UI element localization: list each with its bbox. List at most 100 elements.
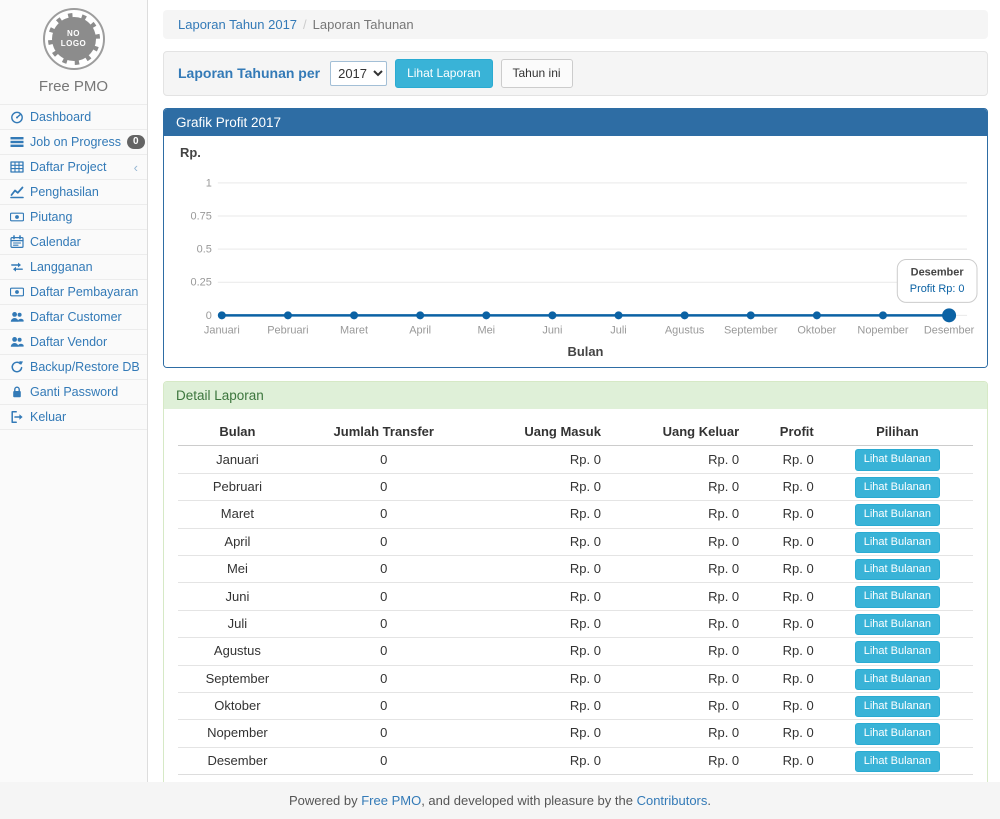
view-monthly-button[interactable]: Lihat Bulanan <box>855 696 940 717</box>
retweet-icon <box>9 260 24 274</box>
logo-text-line2: LOGO <box>61 39 87 49</box>
view-monthly-button[interactable]: Lihat Bulanan <box>855 641 940 662</box>
no-logo-seal: NO LOGO <box>48 13 100 65</box>
table-row: Mei0Rp. 0Rp. 0Rp. 0Lihat Bulanan <box>178 556 973 583</box>
detail-panel-title: Detail Laporan <box>164 382 987 409</box>
view-monthly-button[interactable]: Lihat Bulanan <box>855 751 940 772</box>
cell-bulan: Pebruari <box>178 473 297 500</box>
cell-pilihan: Lihat Bulanan <box>822 473 973 500</box>
view-monthly-button[interactable]: Lihat Bulanan <box>855 669 940 690</box>
lock-icon <box>9 385 24 399</box>
cell-bulan: Desember <box>178 747 297 774</box>
sidebar-item-daftar-pembayaran[interactable]: Daftar Pembayaran <box>0 280 147 305</box>
cell-profit: Rp. 0 <box>747 665 822 692</box>
cell-jumlah-transfer: 0 <box>297 665 471 692</box>
cell-bulan: April <box>178 528 297 555</box>
sidebar-item-calendar[interactable]: Calendar <box>0 230 147 255</box>
sidebar-item-label: Piutang <box>30 210 138 224</box>
money-icon <box>9 210 24 224</box>
cell-profit: Rp. 0 <box>747 556 822 583</box>
table-row: Pebruari0Rp. 0Rp. 0Rp. 0Lihat Bulanan <box>178 473 973 500</box>
sidebar-item-penghasilan[interactable]: Penghasilan <box>0 180 147 205</box>
data-point <box>813 311 821 319</box>
view-monthly-button[interactable]: Lihat Bulanan <box>855 477 940 498</box>
tooltip-value: Profit Rp: 0 <box>910 283 965 295</box>
column-header-uang-keluar: Uang Keluar <box>609 418 747 446</box>
cell-pilihan: Lihat Bulanan <box>822 747 973 774</box>
cell-uang-keluar: Rp. 0 <box>609 528 747 555</box>
column-header-pilihan: Pilihan <box>822 418 973 446</box>
report-table-body: Januari0Rp. 0Rp. 0Rp. 0Lihat BulananPebr… <box>178 446 973 775</box>
total-row: Total 0 Rp. 0 Rp. 0 Rp. 0 <box>178 775 973 782</box>
sidebar-item-daftar-vendor[interactable]: Daftar Vendor <box>0 330 147 355</box>
x-tick-label: Maret <box>340 324 368 336</box>
sidebar-item-ganti-password[interactable]: Ganti Password <box>0 380 147 405</box>
sidebar-item-job-on-progress[interactable]: Job on Progress0 <box>0 130 147 155</box>
column-header-uang-masuk: Uang Masuk <box>471 418 609 446</box>
cell-uang-keluar: Rp. 0 <box>609 747 747 774</box>
cell-jumlah-transfer: 0 <box>297 501 471 528</box>
cell-uang-keluar: Rp. 0 <box>609 583 747 610</box>
cell-jumlah-transfer: 0 <box>297 610 471 637</box>
cell-profit: Rp. 0 <box>747 446 822 473</box>
free-pmo-link[interactable]: Free PMO <box>361 793 421 808</box>
this-year-button[interactable]: Tahun ini <box>501 59 573 88</box>
x-tick-label: Agustus <box>665 324 705 336</box>
table-row: Desember0Rp. 0Rp. 0Rp. 0Lihat Bulanan <box>178 747 973 774</box>
table-row: Maret0Rp. 0Rp. 0Rp. 0Lihat Bulanan <box>178 501 973 528</box>
sidebar-item-daftar-customer[interactable]: Daftar Customer <box>0 305 147 330</box>
data-point <box>615 311 623 319</box>
sidebar-item-dashboard[interactable]: Dashboard <box>0 105 147 130</box>
footer-text: Powered by Free PMO, and developed with … <box>289 793 711 808</box>
y-axis-unit: Rp. <box>180 145 201 160</box>
table-row: September0Rp. 0Rp. 0Rp. 0Lihat Bulanan <box>178 665 973 692</box>
cell-jumlah-transfer: 0 <box>297 556 471 583</box>
sidebar-item-label: Keluar <box>30 410 138 424</box>
view-monthly-button[interactable]: Lihat Bulanan <box>855 723 940 744</box>
year-select[interactable]: 2017 <box>330 61 387 86</box>
sidebar-item-daftar-project[interactable]: Daftar Project ‹ <box>0 155 147 180</box>
view-monthly-button[interactable]: Lihat Bulanan <box>855 449 940 470</box>
view-monthly-button[interactable]: Lihat Bulanan <box>855 614 940 635</box>
cell-uang-masuk: Rp. 0 <box>471 610 609 637</box>
users-icon <box>9 335 24 349</box>
cell-jumlah-transfer: 0 <box>297 528 471 555</box>
app-logo: NO LOGO <box>43 8 105 70</box>
table-row: Januari0Rp. 0Rp. 0Rp. 0Lihat Bulanan <box>178 446 973 473</box>
sidebar-item-langganan[interactable]: Langganan <box>0 255 147 280</box>
cell-jumlah-transfer: 0 <box>297 720 471 747</box>
cell-profit: Rp. 0 <box>747 501 822 528</box>
view-monthly-button[interactable]: Lihat Bulanan <box>855 586 940 607</box>
cell-jumlah-transfer: 0 <box>297 638 471 665</box>
y-tick-label: 0.5 <box>197 243 212 255</box>
report-table-foot: Total 0 Rp. 0 Rp. 0 Rp. 0 <box>178 775 973 782</box>
column-header-profit: Profit <box>747 418 822 446</box>
view-monthly-button[interactable]: Lihat Bulanan <box>855 559 940 580</box>
cell-pilihan: Lihat Bulanan <box>822 692 973 719</box>
filter-label: Laporan Tahunan per <box>178 65 320 81</box>
data-point <box>681 311 689 319</box>
sidebar-item-backup-restore-db[interactable]: Backup/Restore DB <box>0 355 147 380</box>
view-report-button[interactable]: Lihat Laporan <box>395 59 492 88</box>
cell-uang-keluar: Rp. 0 <box>609 446 747 473</box>
cell-uang-masuk: Rp. 0 <box>471 556 609 583</box>
sidebar: NO LOGO Free PMO DashboardJob on Progres… <box>0 0 148 782</box>
view-monthly-button[interactable]: Lihat Bulanan <box>855 532 940 553</box>
page-footer: Powered by Free PMO, and developed with … <box>0 782 1000 819</box>
sidebar-menu: DashboardJob on Progress0 Daftar Project ‹… <box>0 104 147 430</box>
sidebar-item-label: Daftar Project <box>30 160 128 174</box>
breadcrumb-current: Laporan Tahunan <box>313 17 414 32</box>
cell-bulan: Nopember <box>178 720 297 747</box>
contributors-link[interactable]: Contributors <box>637 793 708 808</box>
cell-uang-keluar: Rp. 0 <box>609 610 747 637</box>
sidebar-item-keluar[interactable]: Keluar <box>0 405 147 430</box>
x-tick-label: Desember <box>924 324 975 336</box>
view-monthly-button[interactable]: Lihat Bulanan <box>855 504 940 525</box>
breadcrumb-link[interactable]: Laporan Tahun 2017 <box>178 17 297 32</box>
chevron-left-icon: ‹ <box>134 161 138 174</box>
table-row: Juni0Rp. 0Rp. 0Rp. 0Lihat Bulanan <box>178 583 973 610</box>
cell-uang-keluar: Rp. 0 <box>609 692 747 719</box>
cell-bulan: Mei <box>178 556 297 583</box>
sidebar-item-piutang[interactable]: Piutang <box>0 205 147 230</box>
chart-panel-title: Grafik Profit 2017 <box>164 109 987 136</box>
